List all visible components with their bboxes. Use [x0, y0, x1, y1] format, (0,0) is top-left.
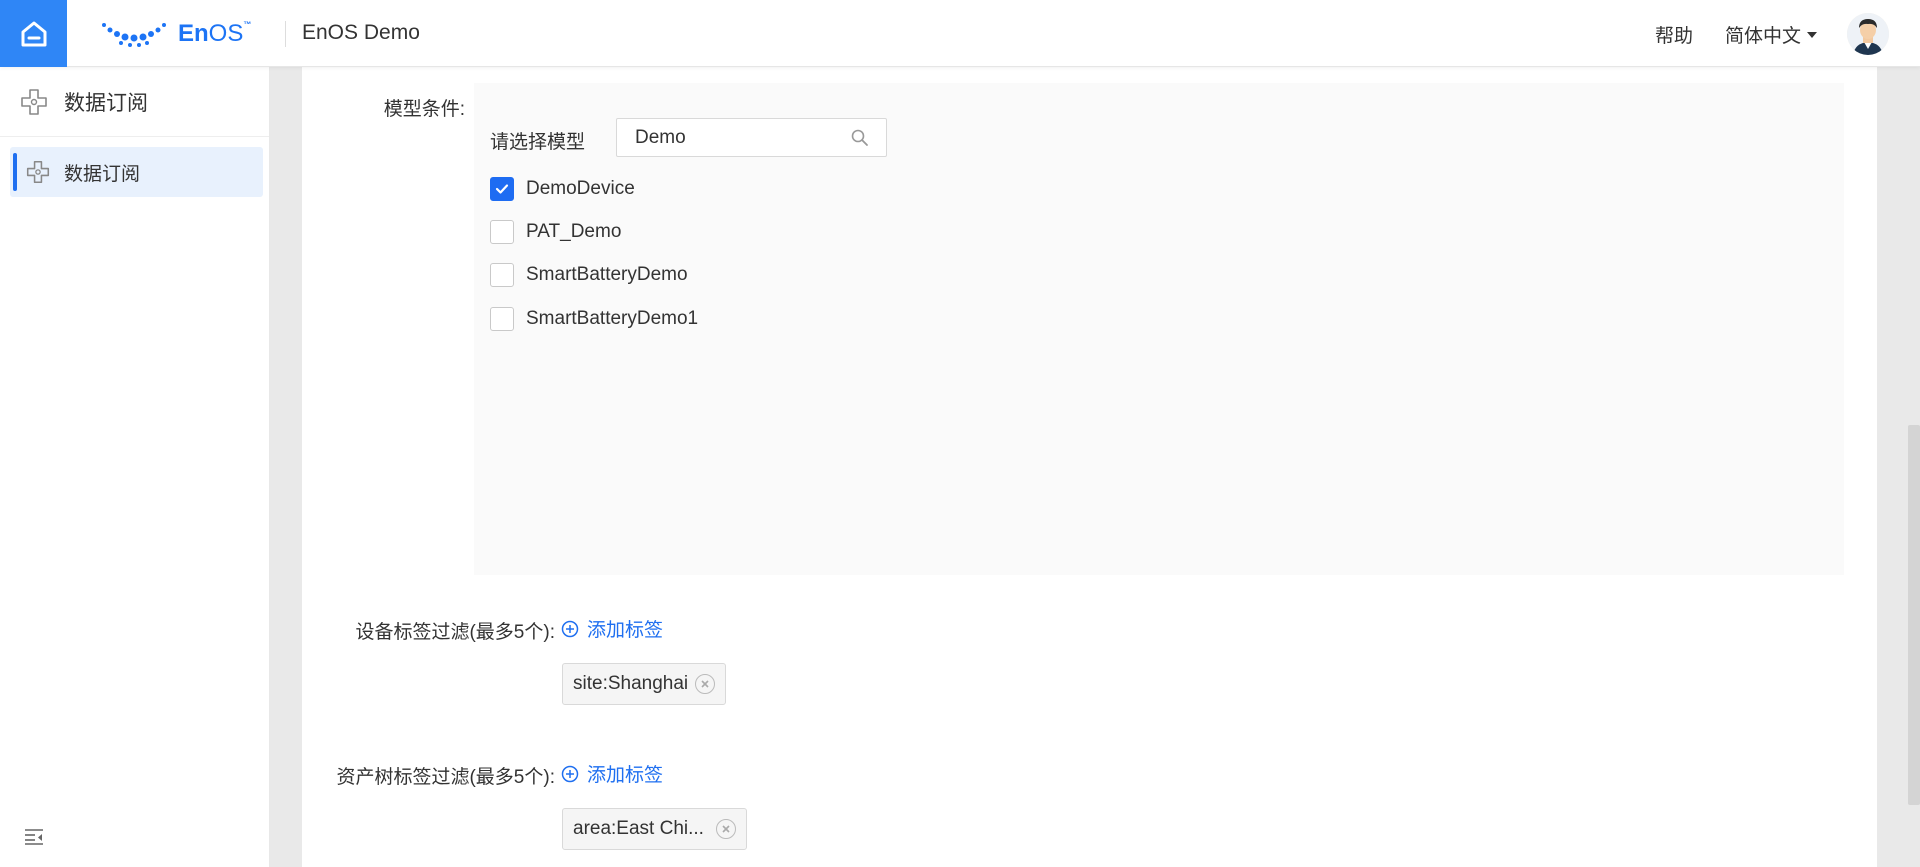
select-model-label: 请选择模型 — [490, 132, 586, 153]
sidebar: 数据订阅 数据订阅 — [0, 67, 270, 867]
subscription-icon — [21, 88, 47, 115]
model-option-label: SmartBatteryDemo — [526, 264, 688, 285]
add-tag-label: 添加标签 — [587, 620, 664, 641]
logo-dots-icon — [102, 23, 166, 47]
model-option-label: DemoDevice — [526, 178, 635, 199]
model-option-label: SmartBatteryDemo1 — [526, 308, 699, 329]
checkbox[interactable] — [490, 307, 514, 331]
logo-text: EnOS™ — [178, 20, 252, 47]
collapse-sidebar-button[interactable] — [24, 827, 44, 850]
help-link[interactable]: 帮助 — [1655, 21, 1693, 48]
add-asset-tree-tag-button[interactable]: 添加标签 — [561, 760, 663, 787]
device-tag-filter-label: 设备标签过滤(最多5个): — [355, 622, 555, 643]
caret-down-icon — [1807, 31, 1818, 38]
model-search-input[interactable] — [635, 126, 835, 149]
header-divider — [285, 21, 286, 47]
close-icon — [722, 825, 730, 833]
home-icon — [21, 21, 46, 46]
check-icon — [495, 184, 509, 194]
subscription-icon — [26, 160, 50, 184]
language-select[interactable]: 简体中文 — [1725, 21, 1818, 48]
sidebar-item-label: 数据订阅 — [64, 163, 141, 185]
tag-remove-button[interactable] — [695, 674, 716, 694]
model-option-smartbatterydemo[interactable]: SmartBatteryDemo — [490, 263, 688, 287]
home-button[interactable] — [0, 0, 67, 67]
page-scrollbar[interactable] — [1908, 425, 1920, 805]
checkbox[interactable] — [490, 177, 514, 201]
avatar[interactable] — [1847, 13, 1889, 55]
model-option-demodevice[interactable]: DemoDevice — [490, 177, 635, 201]
model-condition-label: 模型条件: — [383, 99, 465, 120]
add-device-tag-button[interactable]: 添加标签 — [561, 615, 663, 642]
checkbox[interactable] — [490, 263, 514, 287]
device-tag: site:Shanghai — [562, 663, 727, 705]
asset-tree-tag-filter-label: 资产树标签过滤(最多5个): — [336, 767, 555, 788]
plus-circle-icon — [561, 765, 579, 782]
close-icon — [701, 680, 709, 688]
sidebar-title: 数据订阅 — [64, 91, 148, 115]
model-option-smartbatterydemo1[interactable]: SmartBatteryDemo1 — [490, 307, 698, 331]
enos-logo: EnOS™ — [100, 18, 251, 50]
tag-remove-button[interactable] — [715, 819, 736, 839]
collapse-menu-icon — [25, 829, 43, 845]
checkbox[interactable] — [490, 220, 514, 244]
tag-label: site:Shanghai — [573, 673, 689, 694]
model-option-label: PAT_Demo — [526, 221, 622, 242]
model-option-pat-demo[interactable]: PAT_Demo — [490, 220, 621, 244]
tag-label: area:East Chi... — [573, 818, 704, 839]
top-header: EnOS™ EnOS Demo 帮助 简体中文 — [0, 0, 1920, 67]
app-title: EnOS Demo — [302, 21, 420, 44]
language-label: 简体中文 — [1725, 26, 1802, 47]
search-icon — [851, 129, 868, 146]
model-search-box[interactable] — [616, 118, 887, 157]
add-tag-label: 添加标签 — [587, 765, 664, 786]
sidebar-header: 数据订阅 — [0, 67, 269, 137]
plus-circle-icon — [561, 620, 579, 637]
asset-tree-tag: area:East Chi... — [562, 808, 747, 850]
user-avatar-icon — [1847, 13, 1889, 55]
sidebar-item-data-subscription[interactable]: 数据订阅 — [10, 147, 263, 197]
